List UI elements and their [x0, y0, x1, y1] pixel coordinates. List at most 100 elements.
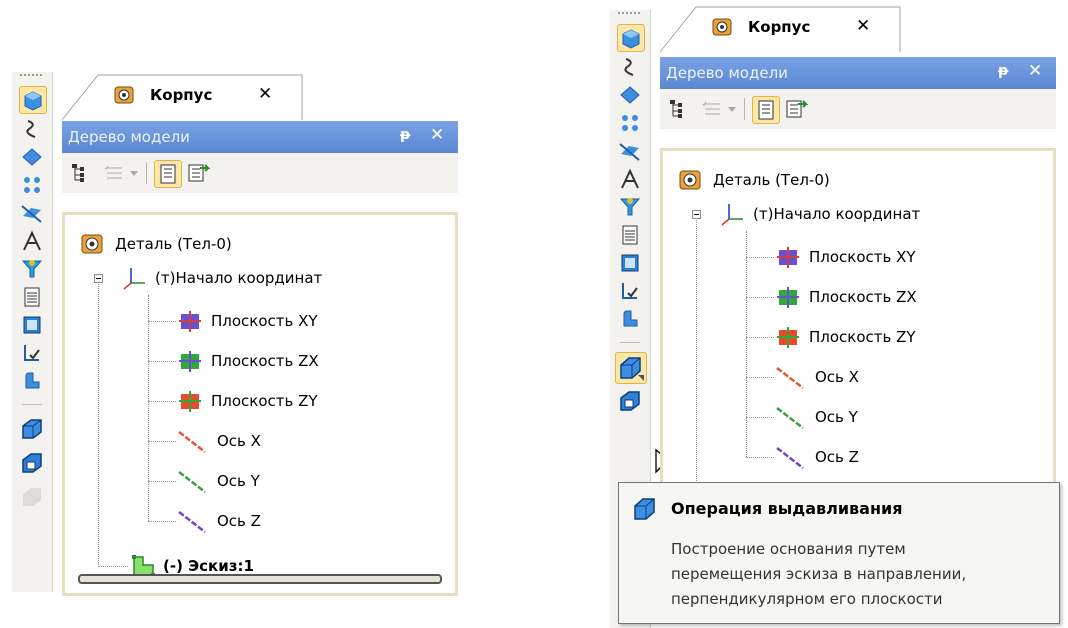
right-panel: Корпус ✕ Дерево модели ᵽ ✕ Деталь (Тел-0… [598, 0, 1068, 628]
tree-line [746, 337, 774, 338]
plane-zx-icon [775, 284, 801, 314]
sheet-metal-icon[interactable] [19, 368, 45, 394]
document-tab-bar: Корпус ✕ [660, 4, 1060, 53]
report-icon[interactable] [617, 250, 643, 276]
filter-icon[interactable] [617, 194, 643, 220]
tree-line [746, 457, 774, 458]
part-editing-icon[interactable] [19, 86, 47, 114]
surfaces-icon[interactable] [19, 144, 45, 170]
tree-export-icon[interactable] [186, 160, 212, 186]
tree-line [148, 401, 176, 402]
tree-item-label: Плоскость ZY [211, 392, 318, 410]
model-tree-title-bar: Дерево модели ᵽ ✕ [660, 57, 1056, 89]
cut-extrusion-icon[interactable] [617, 388, 643, 414]
curves-icon[interactable] [19, 116, 45, 142]
measure-icon[interactable] [19, 228, 45, 254]
plane-xy-icon [177, 308, 203, 338]
extrusion-icon[interactable] [615, 352, 647, 384]
disabled-tool-icon [19, 482, 45, 508]
tree-origin-label: (т)Начало координат [753, 205, 921, 223]
specification-icon[interactable] [617, 222, 643, 248]
extrusion-icon [631, 495, 659, 527]
axis-x-icon [177, 428, 207, 458]
plane-zy-icon [177, 388, 203, 418]
document-tab-bar: Корпус ✕ [62, 72, 462, 121]
tree-item-label: Плоскость XY [809, 248, 916, 266]
axis-y-icon [775, 404, 805, 434]
auxiliary-geometry-icon[interactable] [19, 200, 45, 226]
tree-toolbar [62, 153, 458, 193]
filter-list-icon [102, 160, 128, 186]
left-tool-strip [12, 72, 53, 592]
tree-item-label: Ось Z [217, 512, 261, 530]
part-editing-icon[interactable] [617, 24, 645, 52]
pin-button[interactable]: ᵽ [400, 127, 410, 143]
tree-view-icon[interactable] [154, 160, 182, 188]
arrays-icon[interactable] [19, 172, 45, 198]
tooltip-line: перемещения эскиза в направлении, [671, 565, 967, 583]
part-document-icon [112, 83, 136, 111]
collapse-toggle[interactable] [94, 274, 103, 283]
specification-icon[interactable] [19, 284, 45, 310]
tab-close-button[interactable]: ✕ [258, 84, 272, 104]
part-icon [79, 231, 105, 261]
surfaces-icon[interactable] [617, 82, 643, 108]
tree-root-label: Деталь (Тел-0) [115, 235, 232, 253]
panel-close-button[interactable]: ✕ [1028, 61, 1042, 81]
tree-line [746, 377, 774, 378]
sheet-metal-icon[interactable] [617, 306, 643, 332]
tree-item-label: Ось Y [815, 408, 858, 426]
curves-icon[interactable] [617, 54, 643, 80]
toolbar-grip[interactable] [618, 12, 640, 17]
panel-close-button[interactable]: ✕ [430, 125, 444, 145]
extrusion-icon[interactable] [19, 416, 45, 442]
tree-toolbar [660, 89, 1056, 129]
toolbar-separator [146, 162, 147, 184]
tree-structure-icon[interactable] [666, 96, 692, 122]
plane-zy-icon [775, 324, 801, 354]
collapse-toggle[interactable] [692, 210, 701, 219]
tooltip-title: Операция выдавливания [671, 499, 903, 518]
part-document-icon [710, 15, 734, 43]
report-icon[interactable] [19, 312, 45, 338]
tooltip-line: Построение основания путем [671, 540, 906, 558]
tab-title[interactable]: Корпус [150, 86, 212, 104]
element-edit-icon[interactable] [617, 278, 643, 304]
tree-item-label: Ось Z [815, 448, 859, 466]
arrays-icon[interactable] [617, 110, 643, 136]
tree-origin-label: (т)Начало координат [155, 269, 323, 287]
panel-title: Дерево модели [666, 64, 788, 82]
origin-axes-icon [121, 265, 147, 295]
tree-line [148, 321, 176, 322]
tree-root-label: Деталь (Тел-0) [713, 171, 830, 189]
element-edit-icon[interactable] [19, 340, 45, 366]
auxiliary-geometry-icon[interactable] [617, 138, 643, 164]
tree-line [148, 361, 176, 362]
measure-icon[interactable] [617, 166, 643, 192]
filter-icon[interactable] [19, 256, 45, 282]
tree-line [746, 257, 774, 258]
tree-item-label: Плоскость ZX [809, 288, 917, 306]
pin-button[interactable]: ᵽ [998, 63, 1008, 79]
tab-title[interactable]: Корпус [748, 18, 810, 36]
horizontal-scrollbar[interactable] [78, 574, 442, 584]
axis-x-icon [775, 364, 805, 394]
tree-line [98, 277, 99, 567]
tree-item-label: Плоскость ZX [211, 352, 319, 370]
tree-line [148, 481, 176, 482]
tree-line [148, 295, 149, 521]
tree-line [746, 297, 774, 298]
tree-export-icon[interactable] [784, 96, 810, 122]
toolbar-grip[interactable] [20, 74, 42, 79]
tree-item-label: Плоскость XY [211, 312, 318, 330]
axis-z-icon [775, 444, 805, 474]
tree-view-icon[interactable] [752, 96, 780, 124]
tree-line [746, 417, 774, 418]
tab-close-button[interactable]: ✕ [856, 16, 870, 36]
tree-structure-icon[interactable] [68, 160, 94, 186]
tree-item-label: Ось Y [217, 472, 260, 490]
cut-extrusion-icon[interactable] [19, 450, 45, 476]
tree-item-label: Ось X [815, 368, 859, 386]
tree-item-label: Плоскость ZY [809, 328, 916, 346]
dropdown-arrow-icon [726, 96, 738, 122]
